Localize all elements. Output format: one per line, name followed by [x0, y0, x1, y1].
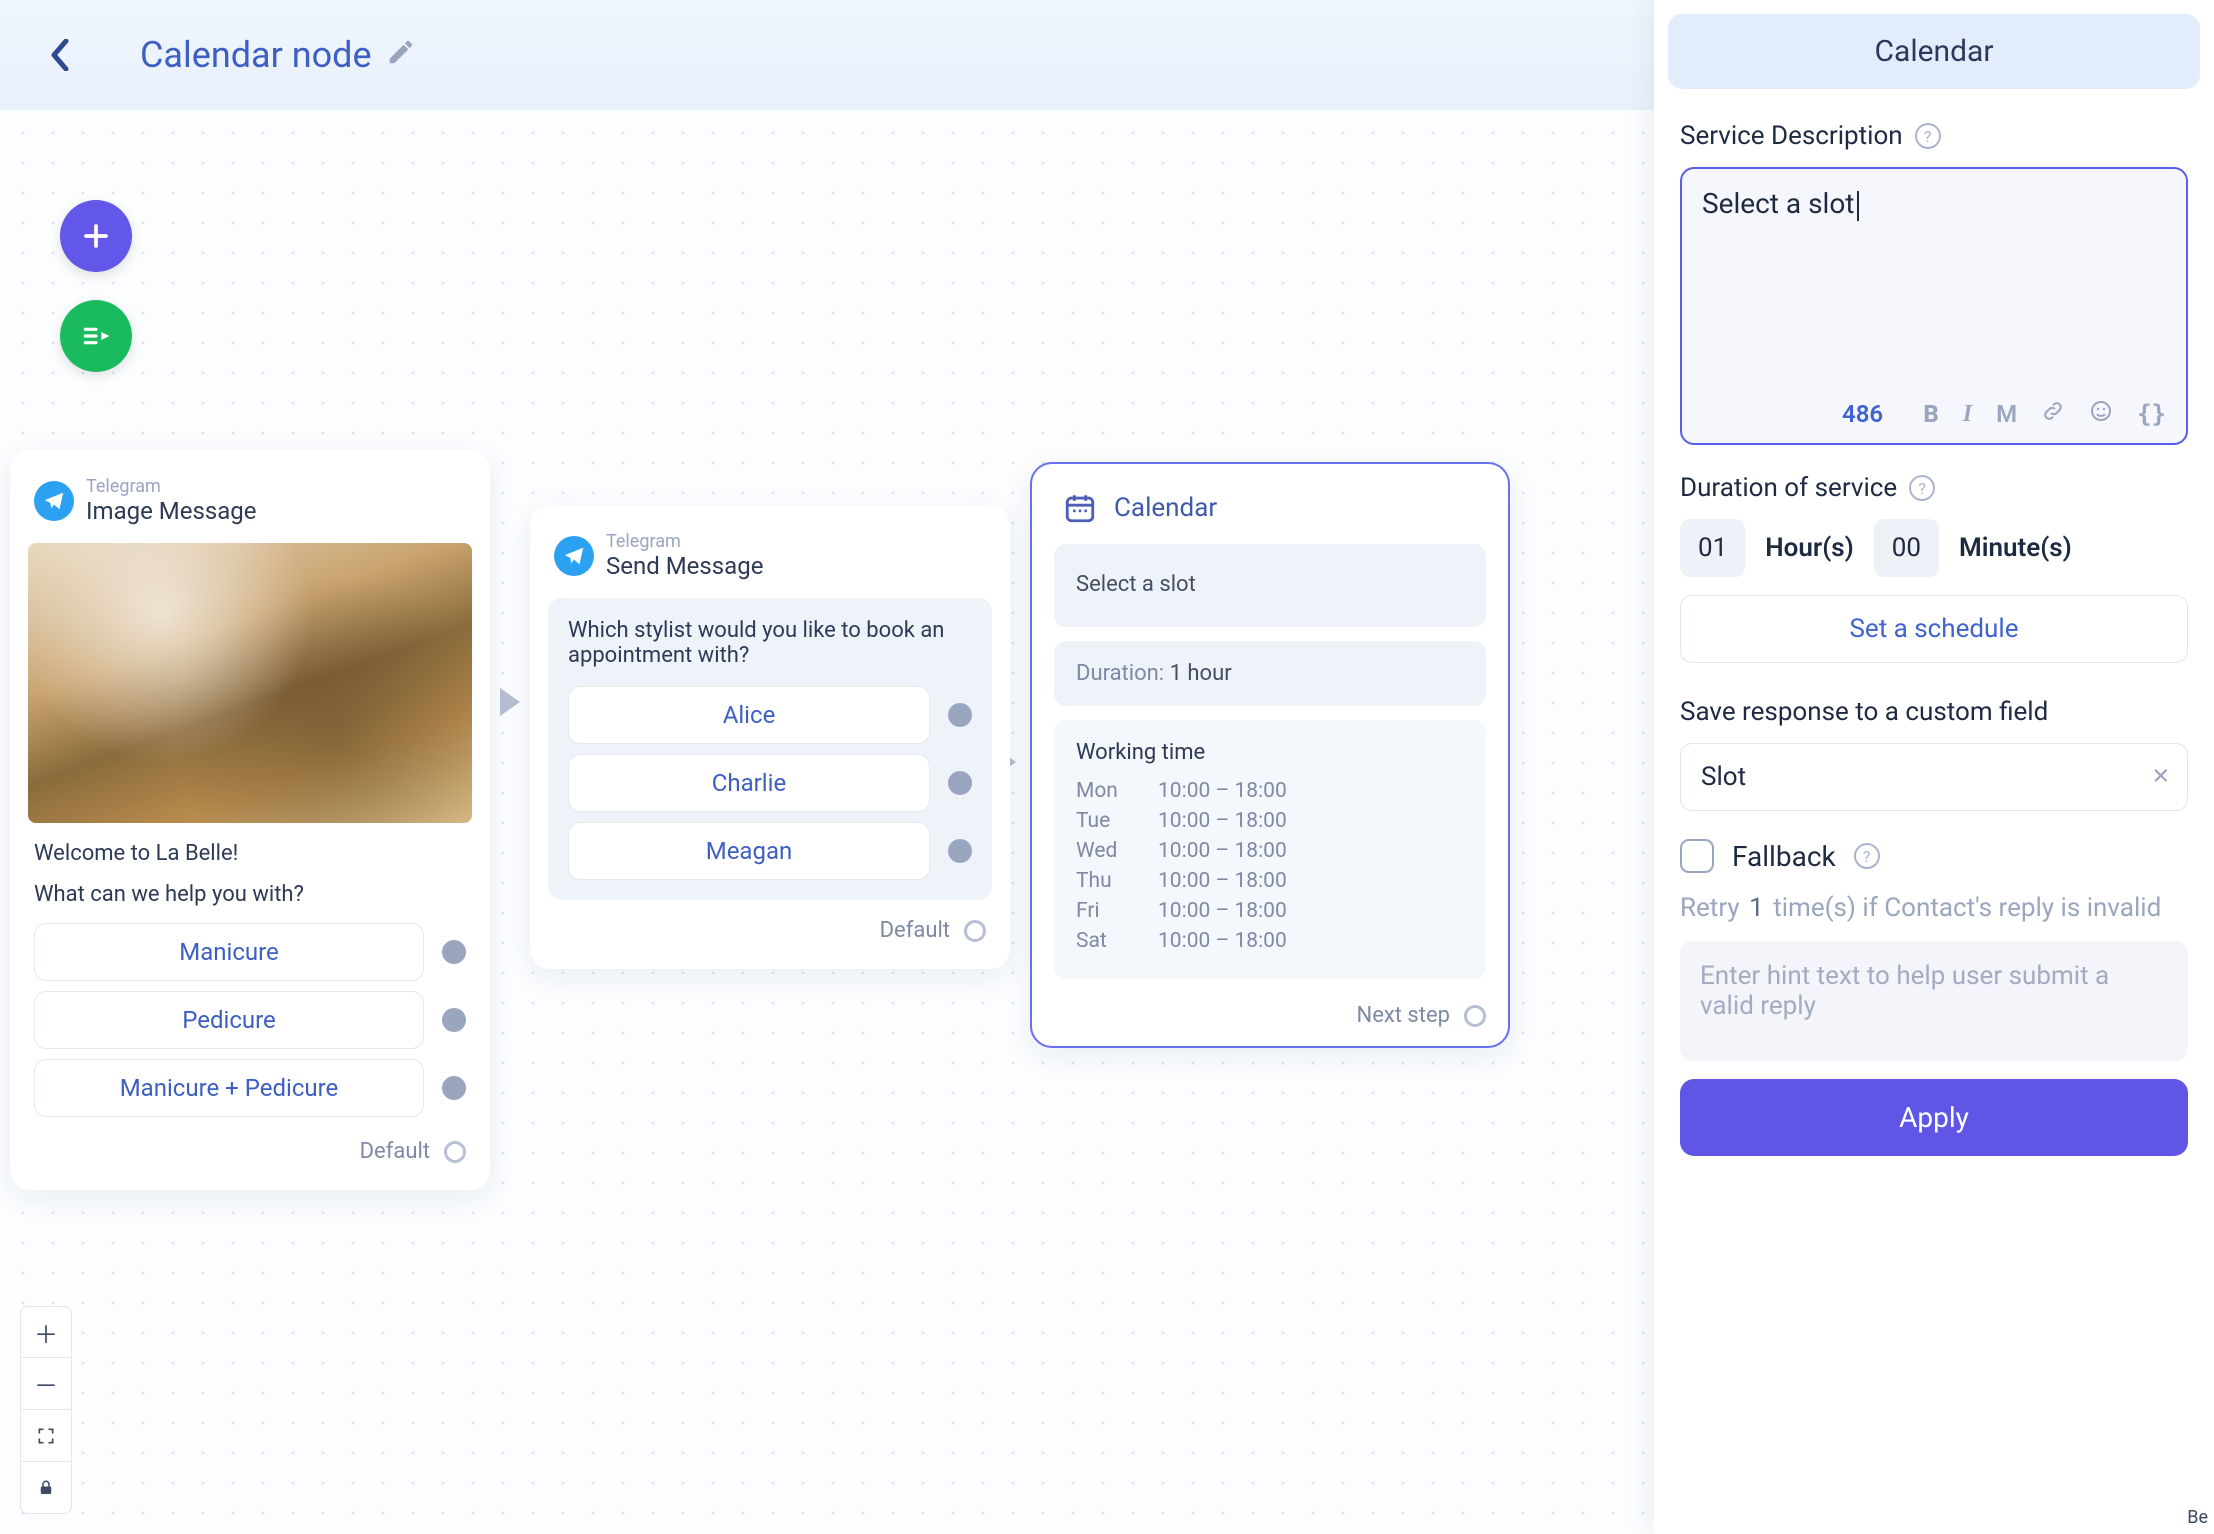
retry-text: Retry 1 time(s) if Contact's reply is in…: [1680, 893, 2188, 923]
hours-label: Hour(s): [1765, 533, 1854, 563]
fallback-label: Fallback: [1732, 840, 1836, 873]
node-type-label: Calendar: [1114, 493, 1217, 523]
link-icon[interactable]: [2041, 399, 2065, 429]
output-port[interactable]: [948, 839, 972, 863]
default-output: Default: [548, 900, 992, 951]
beta-badge: Be: [2181, 1505, 2214, 1530]
run-button[interactable]: [60, 300, 132, 372]
node-channel-label: Telegram: [86, 476, 257, 497]
node-send-message[interactable]: Telegram Send Message Which stylist woul…: [530, 505, 1010, 969]
zoom-controls: ＋ －: [20, 1306, 72, 1514]
apply-button[interactable]: Apply: [1680, 1079, 2188, 1156]
set-schedule-button[interactable]: Set a schedule: [1680, 595, 2188, 663]
node-image-message[interactable]: Telegram Image Message Welcome to La Bel…: [10, 450, 490, 1190]
calendar-prompt: Select a slot: [1054, 544, 1486, 627]
option-button[interactable]: Alice: [568, 686, 930, 744]
flow-canvas[interactable]: Telegram Image Message Welcome to La Bel…: [0, 110, 1654, 1534]
output-port[interactable]: [442, 1008, 466, 1032]
output-port[interactable]: [444, 1141, 466, 1163]
rich-toolbar: 486 B I M {}: [1682, 389, 2186, 443]
question-text: Which stylist would you like to book an …: [568, 618, 972, 668]
output-port[interactable]: [1464, 1005, 1486, 1027]
zoom-in-button[interactable]: ＋: [20, 1306, 72, 1358]
fit-button[interactable]: [20, 1410, 72, 1462]
telegram-icon: [34, 481, 74, 521]
clear-icon[interactable]: ✕: [2152, 765, 2170, 790]
option-button[interactable]: Manicure + Pedicure: [34, 1059, 424, 1117]
add-node-button[interactable]: [60, 200, 132, 272]
output-port[interactable]: [948, 771, 972, 795]
calendar-schedule: Working time Mon10:00 – 18:00 Tue10:00 –…: [1054, 720, 1486, 979]
question-text: What can we help you with?: [34, 882, 466, 907]
bold-icon[interactable]: B: [1923, 400, 1938, 428]
zoom-out-button[interactable]: －: [20, 1358, 72, 1410]
save-response-label: Save response to a custom field: [1680, 697, 2188, 727]
output-port[interactable]: [442, 940, 466, 964]
hint-text-input[interactable]: Enter hint text to help user submit a va…: [1680, 941, 2188, 1061]
fallback-checkbox[interactable]: [1680, 839, 1714, 873]
connector-lines: [0, 110, 300, 260]
mono-icon[interactable]: M: [1996, 400, 2017, 428]
back-button[interactable]: [40, 35, 80, 75]
emoji-icon[interactable]: [2089, 399, 2113, 429]
help-icon[interactable]: ?: [1915, 123, 1941, 149]
option-button[interactable]: Pedicure: [34, 991, 424, 1049]
help-icon[interactable]: ?: [1909, 475, 1935, 501]
lock-button[interactable]: [20, 1462, 72, 1514]
node-type-label: Image Message: [86, 497, 257, 525]
node-type-label: Send Message: [606, 552, 763, 580]
service-description-label: Service Description ?: [1680, 121, 2188, 151]
page-title: Calendar node: [140, 34, 416, 76]
variable-icon[interactable]: {}: [2137, 400, 2166, 428]
help-icon[interactable]: ?: [1854, 843, 1880, 869]
welcome-text: Welcome to La Belle!: [34, 841, 466, 866]
calendar-icon: [1058, 486, 1102, 530]
node-channel-label: Telegram: [606, 531, 763, 552]
custom-field-input[interactable]: [1680, 743, 2188, 811]
italic-icon[interactable]: I: [1963, 401, 1972, 428]
next-step-output: Next step: [1032, 993, 1508, 1046]
connector-arrow-icon: [500, 688, 520, 716]
option-button[interactable]: Meagan: [568, 822, 930, 880]
output-port[interactable]: [964, 920, 986, 942]
edit-icon[interactable]: [386, 34, 416, 76]
char-count: 486: [1842, 400, 1883, 428]
properties-panel: Calendar Service Description ? Select a …: [1654, 0, 2214, 1534]
panel-tab-calendar[interactable]: Calendar: [1668, 14, 2200, 89]
default-output: Default: [28, 1121, 472, 1172]
node-calendar[interactable]: Calendar Select a slot Duration: 1 hour …: [1030, 462, 1510, 1048]
minutes-label: Minute(s): [1959, 533, 2072, 563]
option-button[interactable]: Manicure: [34, 923, 424, 981]
output-port[interactable]: [442, 1076, 466, 1100]
node-image-preview: [28, 543, 472, 823]
calendar-duration: Duration: 1 hour: [1054, 641, 1486, 706]
service-description-editor[interactable]: Select a slot 486 B I M {}: [1680, 167, 2188, 445]
telegram-icon: [554, 536, 594, 576]
option-button[interactable]: Charlie: [568, 754, 930, 812]
duration-label: Duration of service ?: [1680, 473, 2188, 503]
output-port[interactable]: [948, 703, 972, 727]
hours-input[interactable]: 01: [1680, 519, 1745, 577]
minutes-input[interactable]: 00: [1874, 519, 1939, 577]
